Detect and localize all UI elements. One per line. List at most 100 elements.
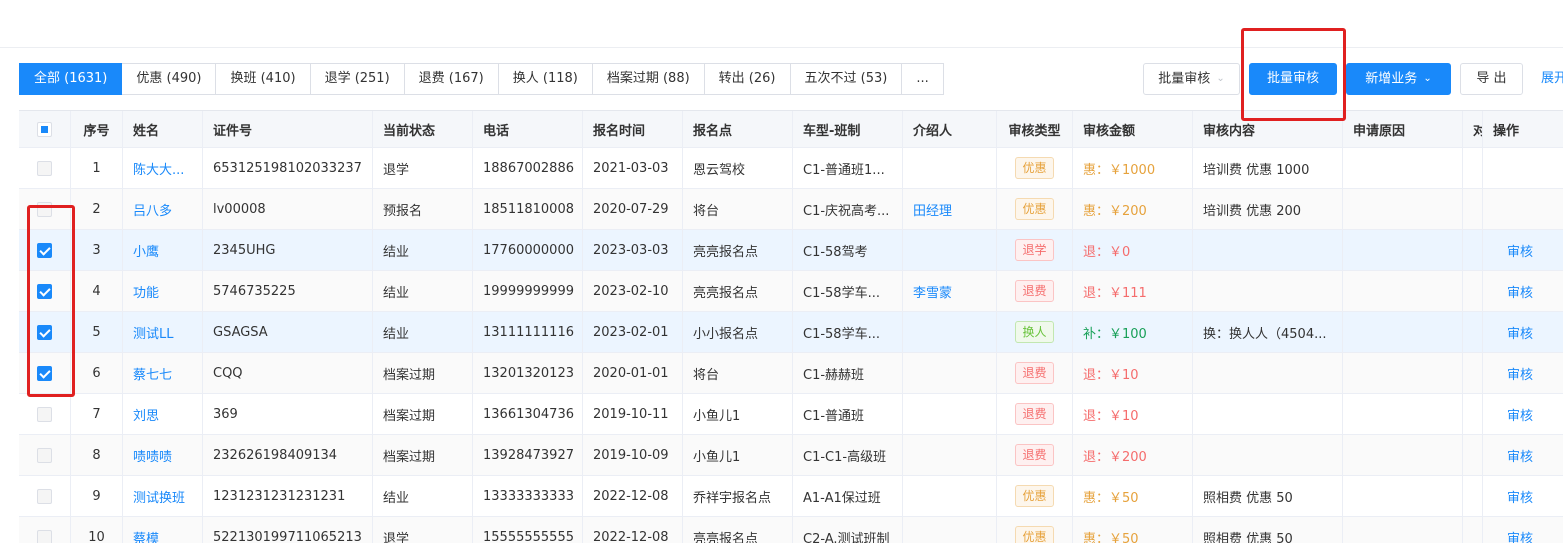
student-name-link[interactable]: 啧啧啧 bbox=[133, 446, 172, 465]
student-name-link[interactable]: 小鹰 bbox=[133, 241, 159, 260]
export-button[interactable]: 导 出 bbox=[1460, 63, 1523, 95]
row-checkbox[interactable] bbox=[37, 488, 52, 504]
student-name-link[interactable]: 吕八多 bbox=[133, 200, 172, 219]
tab-transfer-out[interactable]: 转出 (26) bbox=[704, 63, 791, 95]
cell-review-type: 退费 bbox=[997, 394, 1073, 434]
select-all-checkbox[interactable] bbox=[37, 121, 52, 137]
cell-signup-date: 2019-10-09 bbox=[583, 435, 683, 475]
header-phone: 电话 bbox=[473, 111, 583, 147]
review-action-link[interactable]: 审核 bbox=[1507, 405, 1533, 424]
review-amount: 退：￥0 bbox=[1083, 244, 1131, 260]
header-review-type: 审核类型 bbox=[997, 111, 1073, 147]
table-row[interactable]: 1 陈大大... 653125198102033237 退学 18867002886 20… bbox=[19, 148, 1563, 189]
cell-apply-reason bbox=[1343, 353, 1463, 393]
new-business-button[interactable]: 新增业务 ⌄ bbox=[1346, 63, 1451, 95]
review-action-link[interactable]: 审核 bbox=[1507, 282, 1533, 301]
table-row[interactable]: 6 蔡七七 CQQ 档案过期 13201320123 2020-01-01 将台 C1-赫赫班… bbox=[19, 353, 1563, 394]
cell-phone: 19999999999 bbox=[473, 271, 583, 311]
review-type-tag: 退费 bbox=[1015, 444, 1054, 466]
batch-review-button[interactable]: 批量审核 bbox=[1249, 63, 1337, 95]
review-amount: 补：￥100 bbox=[1083, 326, 1147, 342]
referrer-link[interactable]: 田经理 bbox=[913, 200, 952, 219]
tab-all[interactable]: 全部 (1631) bbox=[19, 63, 123, 95]
review-amount: 惠：￥1000 bbox=[1083, 162, 1156, 178]
tab-refund[interactable]: 退费 (167) bbox=[404, 63, 499, 95]
tab-person-change[interactable]: 换人 (118) bbox=[498, 63, 593, 95]
new-business-label: 新增业务 bbox=[1365, 71, 1418, 87]
cell-status: 档案过期 bbox=[373, 435, 473, 475]
row-checkbox[interactable] bbox=[37, 160, 52, 176]
tab-five-fails[interactable]: 五次不过 (53) bbox=[790, 63, 903, 95]
header-review-content: 审核内容 bbox=[1193, 111, 1343, 147]
table-row[interactable]: 5 测试LL GSAGSA 结业 13111111116 2023-02-01 小小报名点 C… bbox=[19, 312, 1563, 353]
student-name-link[interactable]: 蔡模 bbox=[133, 528, 159, 543]
cell-apply-reason bbox=[1343, 517, 1463, 543]
cell-signup-site: 乔祥宇报名点 bbox=[683, 476, 793, 516]
review-type-tag: 退费 bbox=[1015, 362, 1054, 384]
row-checkbox[interactable] bbox=[37, 529, 52, 543]
cell-phone: 15555555555 bbox=[473, 517, 583, 543]
cell-select bbox=[19, 435, 71, 475]
student-name-link[interactable]: 蔡七七 bbox=[133, 364, 172, 383]
row-checkbox[interactable] bbox=[37, 365, 52, 381]
table-row[interactable]: 9 测试换班 1231231231231231 结业 13333333333 2022-1… bbox=[19, 476, 1563, 517]
cell-phone: 17760000000 bbox=[473, 230, 583, 270]
cell-select bbox=[19, 312, 71, 352]
cell-referrer: 田经理 bbox=[903, 189, 997, 229]
header-apply-reason: 申请原因 bbox=[1343, 111, 1463, 147]
cell-review-content bbox=[1193, 353, 1343, 393]
cell-index: 6 bbox=[71, 353, 123, 393]
review-action-link[interactable]: 审核 bbox=[1507, 323, 1533, 342]
cell-truncated bbox=[1463, 312, 1483, 352]
table-row[interactable]: 4 功能 5746735225 结业 19999999999 2023-02-10 亮亮报名… bbox=[19, 271, 1563, 312]
review-action-link[interactable]: 审核 bbox=[1507, 364, 1533, 383]
tab-more[interactable]: ... bbox=[902, 63, 944, 95]
cell-apply-reason bbox=[1343, 312, 1463, 352]
row-checkbox[interactable] bbox=[37, 406, 52, 422]
cell-name: 蔡模 bbox=[123, 517, 203, 543]
student-name-link[interactable]: 陈大大... bbox=[133, 159, 184, 178]
row-checkbox[interactable] bbox=[37, 242, 52, 258]
tab-withdraw[interactable]: 退学 (251) bbox=[310, 63, 405, 95]
student-name-link[interactable]: 功能 bbox=[133, 282, 159, 301]
expand-link[interactable]: 展开 bbox=[1541, 63, 1563, 95]
cell-index: 1 bbox=[71, 148, 123, 188]
cell-action: 审核 bbox=[1483, 476, 1563, 516]
student-name-link[interactable]: 测试LL bbox=[133, 323, 174, 342]
cell-apply-reason bbox=[1343, 148, 1463, 188]
cell-review-content: 培训费 优惠 1000 bbox=[1193, 148, 1343, 188]
cell-referrer bbox=[903, 476, 997, 516]
table-row[interactable]: 3 小鹰 2345UHG 结业 17760000000 2023-03-03 亮亮报名点 C1… bbox=[19, 230, 1563, 271]
cell-name: 蔡七七 bbox=[123, 353, 203, 393]
cell-car-class: C1-58驾考 bbox=[793, 230, 903, 270]
table-row[interactable]: 2 吕八多 lv00008 预报名 18511810008 2020-07-29 将台 C1-… bbox=[19, 189, 1563, 230]
review-action-link[interactable]: 审核 bbox=[1507, 528, 1533, 543]
review-action-link[interactable]: 审核 bbox=[1507, 487, 1533, 506]
tab-discount[interactable]: 优惠 (490) bbox=[122, 63, 217, 95]
batch-review-dropdown[interactable]: 批量审核 ⌄ bbox=[1143, 63, 1240, 95]
cell-action: 审核 bbox=[1483, 230, 1563, 270]
cell-review-type: 换人 bbox=[997, 312, 1073, 352]
student-name-link[interactable]: 刘思 bbox=[133, 405, 159, 424]
referrer-link[interactable]: 李雪蒙 bbox=[913, 282, 952, 301]
review-action-link[interactable]: 审核 bbox=[1507, 241, 1533, 260]
row-checkbox[interactable] bbox=[37, 201, 52, 217]
cell-index: 2 bbox=[71, 189, 123, 229]
row-checkbox[interactable] bbox=[37, 324, 52, 340]
review-type-tag: 退费 bbox=[1015, 403, 1054, 425]
cell-apply-reason bbox=[1343, 435, 1463, 475]
student-name-link[interactable]: 测试换班 bbox=[133, 487, 185, 506]
cell-truncated bbox=[1463, 353, 1483, 393]
row-checkbox[interactable] bbox=[37, 283, 52, 299]
row-checkbox[interactable] bbox=[37, 447, 52, 463]
review-action-link[interactable]: 审核 bbox=[1507, 446, 1533, 465]
top-divider bbox=[0, 47, 1563, 48]
review-type-tag: 退费 bbox=[1015, 280, 1054, 302]
cell-truncated bbox=[1463, 189, 1483, 229]
tab-class-change[interactable]: 换班 (410) bbox=[216, 63, 311, 95]
cell-action: 审核 bbox=[1483, 394, 1563, 434]
table-row[interactable]: 10 蔡模 522130199711065213 退学 15555555555 2022-… bbox=[19, 517, 1563, 543]
tab-file-expired[interactable]: 档案过期 (88) bbox=[592, 63, 705, 95]
table-row[interactable]: 7 刘思 369 档案过期 13661304736 2019-10-11 小鱼儿1 C1-普通… bbox=[19, 394, 1563, 435]
table-row[interactable]: 8 啧啧啧 232626198409134 档案过期 13928473927 2019-1… bbox=[19, 435, 1563, 476]
